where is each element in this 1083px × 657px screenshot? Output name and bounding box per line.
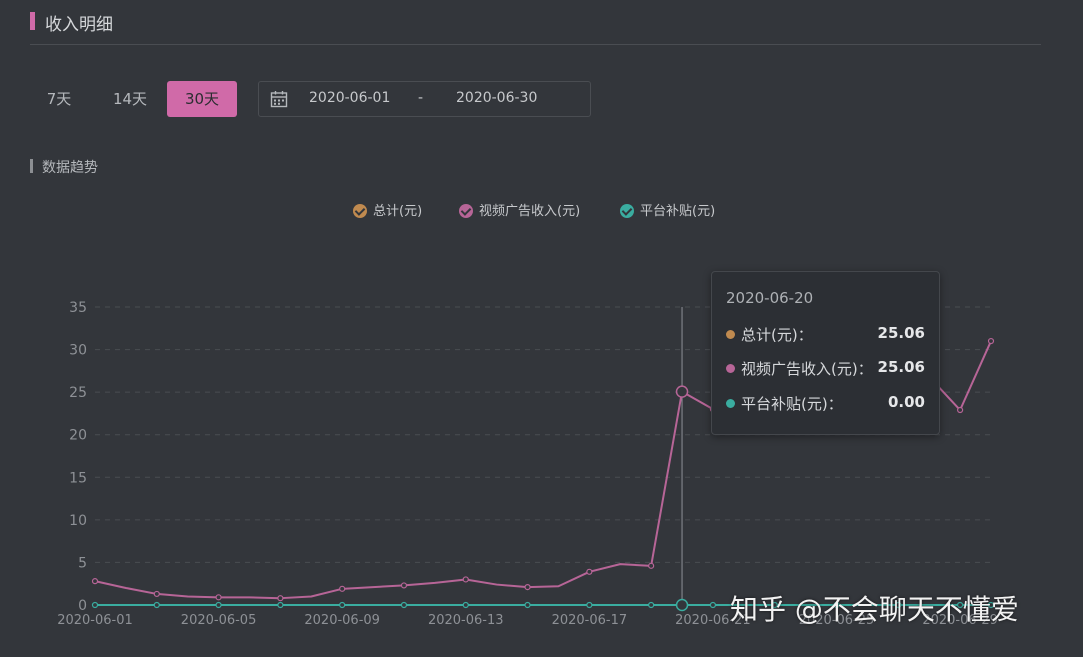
y-tick-label: 25 — [69, 385, 87, 401]
x-tick-label: 2020-06-09 — [304, 613, 380, 628]
highlight-point — [675, 598, 689, 612]
x-tick-label: 2020-06-13 — [428, 613, 504, 628]
y-tick-label: 15 — [69, 470, 87, 486]
data-point — [153, 601, 160, 609]
data-point — [91, 578, 99, 585]
tooltip-series-name: 视频广告收入(元)： — [741, 360, 873, 378]
data-point — [277, 595, 284, 602]
data-point — [462, 576, 469, 583]
data-point — [648, 562, 655, 569]
data-point — [215, 601, 222, 609]
data-point — [400, 601, 408, 609]
data-point — [586, 568, 593, 575]
data-point — [400, 582, 408, 589]
y-tick-label: 5 — [78, 555, 87, 571]
series-dot — [726, 399, 735, 408]
watermark: 知乎 @不会聊天不懂爱 — [730, 593, 1019, 626]
data-point — [339, 601, 346, 609]
y-tick-label: 30 — [69, 343, 87, 359]
tooltip-date: 2020-06-20 — [726, 289, 814, 307]
series-dot — [726, 364, 735, 373]
y-tick-label: 20 — [69, 428, 87, 444]
data-point — [586, 601, 593, 609]
y-tick-label: 0 — [78, 598, 87, 614]
data-point — [277, 601, 284, 609]
tooltip-series-value: 0.00 — [887, 393, 925, 411]
data-point — [957, 406, 964, 414]
data-point — [524, 601, 531, 609]
tooltip-row-subsidy: 平台补贴(元)： 0.00 — [726, 393, 925, 413]
tooltip-series-name: 平台补贴(元)： — [741, 395, 843, 413]
data-point — [709, 601, 717, 609]
tooltip-row-video-ad: 视频广告收入(元)： 25.06 — [726, 358, 925, 378]
series-dot — [726, 330, 735, 339]
x-tick-label: 2020-06-17 — [552, 613, 628, 628]
data-point — [153, 590, 160, 598]
x-tick-label: 2020-06-05 — [181, 613, 257, 628]
chart-tooltip: 2020-06-20 总计(元)： 25.06 视频广告收入(元)： 25.06… — [711, 271, 940, 435]
highlight-point — [675, 385, 689, 398]
data-point — [462, 601, 469, 609]
tooltip-series-value: 25.06 — [877, 358, 925, 376]
data-point — [524, 584, 531, 591]
data-point — [215, 594, 222, 601]
data-point — [987, 337, 995, 345]
tooltip-series-name: 总计(元)： — [741, 326, 813, 344]
x-tick-label: 2020-06-01 — [57, 613, 133, 628]
y-tick-label: 10 — [69, 513, 87, 529]
tooltip-row-total: 总计(元)： 25.06 — [726, 324, 925, 344]
data-point — [339, 585, 346, 592]
data-point — [648, 601, 655, 609]
data-point — [91, 601, 99, 609]
y-tick-label: 35 — [69, 300, 87, 316]
tooltip-series-value: 25.06 — [877, 324, 925, 342]
